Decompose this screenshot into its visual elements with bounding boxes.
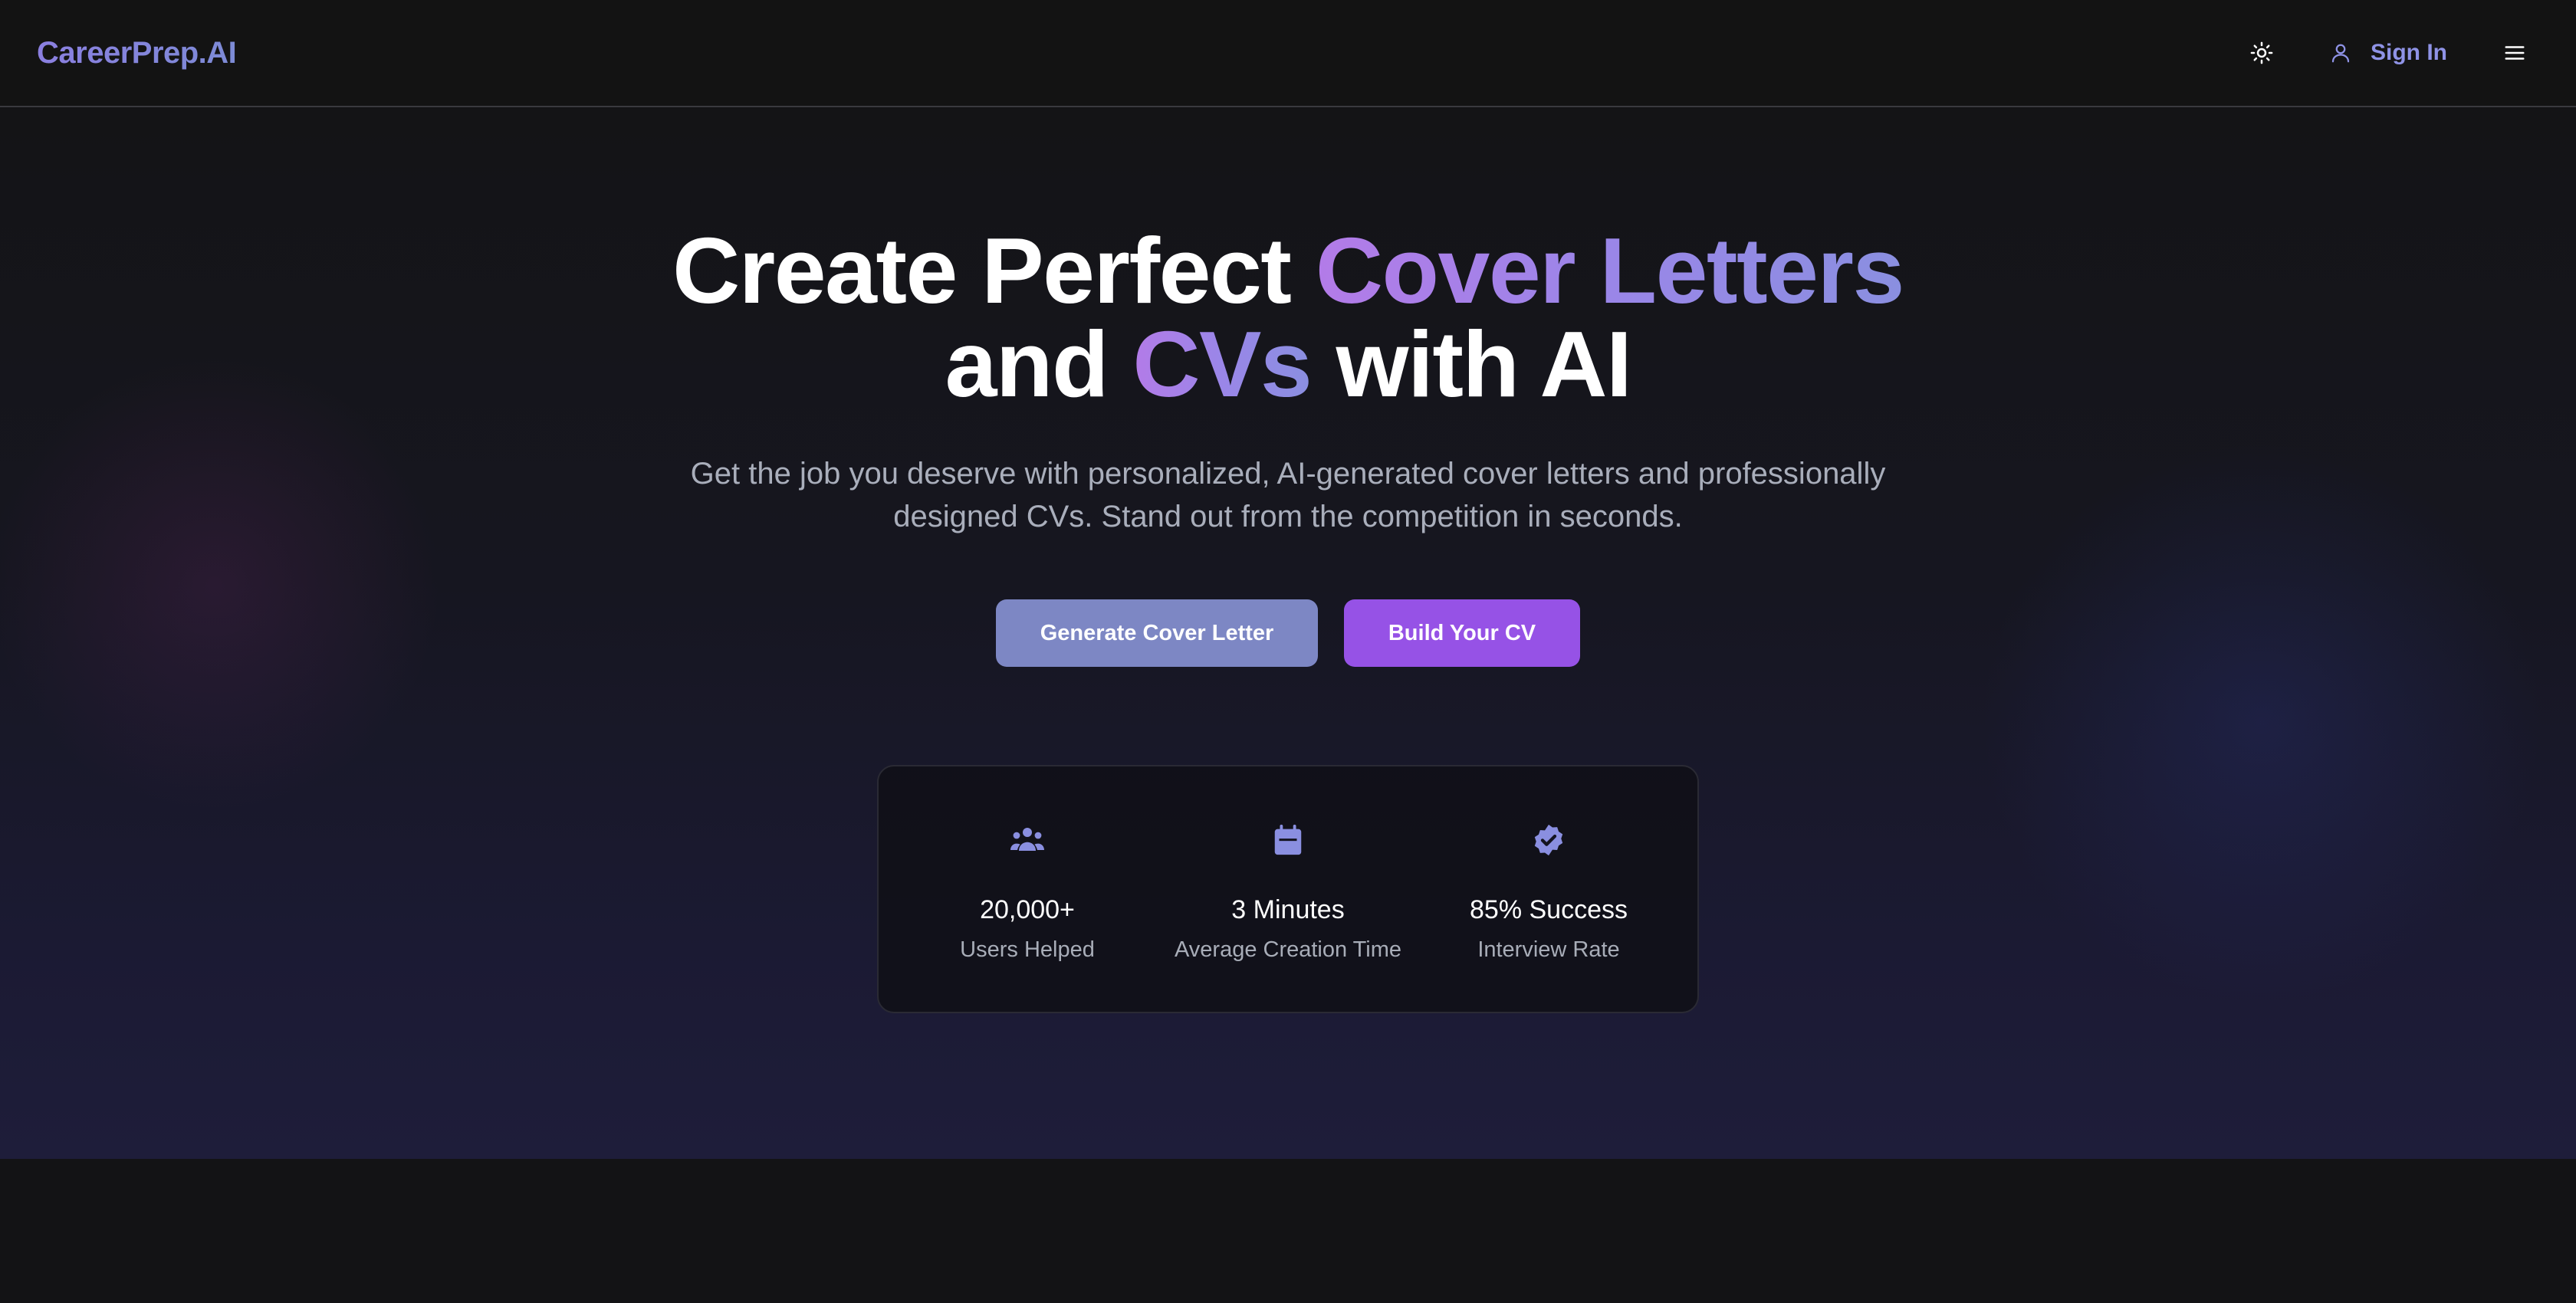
user-icon	[2331, 44, 2350, 63]
hero-headline: Create Perfect Cover Letters and CVs wit…	[0, 224, 2576, 411]
hero-section: Create Perfect Cover Letters and CVs wit…	[0, 109, 2576, 1159]
stat-users-helped: 20,000+ Users Helped	[897, 820, 1158, 963]
stat-label: Users Helped	[960, 937, 1095, 962]
headline-accent-cover-letters: Cover Letters	[1315, 218, 1905, 323]
build-cv-button[interactable]: Build Your CV	[1344, 599, 1580, 667]
headline-text: and	[945, 312, 1133, 416]
stat-value: 85% Success	[1470, 895, 1628, 924]
sign-in-button[interactable]: Sign In	[2329, 40, 2447, 66]
stat-interview-rate: 85% Success Interview Rate	[1418, 820, 1679, 963]
sign-in-label: Sign In	[2371, 40, 2447, 65]
stat-value: 3 Minutes	[1231, 895, 1345, 924]
top-navbar: CareerPrep.AI Sign In	[0, 0, 2576, 107]
hero-subtitle: Get the job you deserve with personalize…	[690, 457, 1886, 533]
verified-badge-icon	[1529, 820, 1569, 860]
headline-line-2: and CVs with AI	[0, 317, 2576, 411]
theme-toggle-button[interactable]	[2237, 28, 2286, 77]
stat-value: 20,000+	[980, 895, 1075, 924]
sun-icon	[2250, 41, 2273, 64]
nav-actions: Sign In	[2237, 0, 2539, 106]
headline-line-1: Create Perfect Cover Letters	[0, 224, 2576, 317]
stat-label: Interview Rate	[1477, 937, 1620, 962]
brand-logo[interactable]: CareerPrep.AI	[37, 36, 237, 71]
users-group-icon	[1007, 820, 1047, 860]
generate-cover-letter-button[interactable]: Generate Cover Letter	[996, 599, 1318, 667]
hamburger-menu-icon	[2505, 46, 2525, 60]
headline-text: with AI	[1311, 312, 1632, 416]
stats-card: 20,000+ Users Helped 3 Minutes Average C…	[877, 765, 1699, 1013]
stat-creation-time: 3 Minutes Average Creation Time	[1158, 820, 1418, 963]
headline-text: Create Perfect	[672, 218, 1316, 323]
page-footer-area	[0, 1159, 2576, 1303]
calendar-icon	[1268, 820, 1308, 860]
headline-accent-cvs: CVs	[1132, 312, 1312, 416]
hero-cta-buttons: Generate Cover Letter Build Your CV	[0, 599, 2576, 667]
stat-label: Average Creation Time	[1174, 937, 1402, 962]
menu-button[interactable]	[2490, 28, 2539, 77]
